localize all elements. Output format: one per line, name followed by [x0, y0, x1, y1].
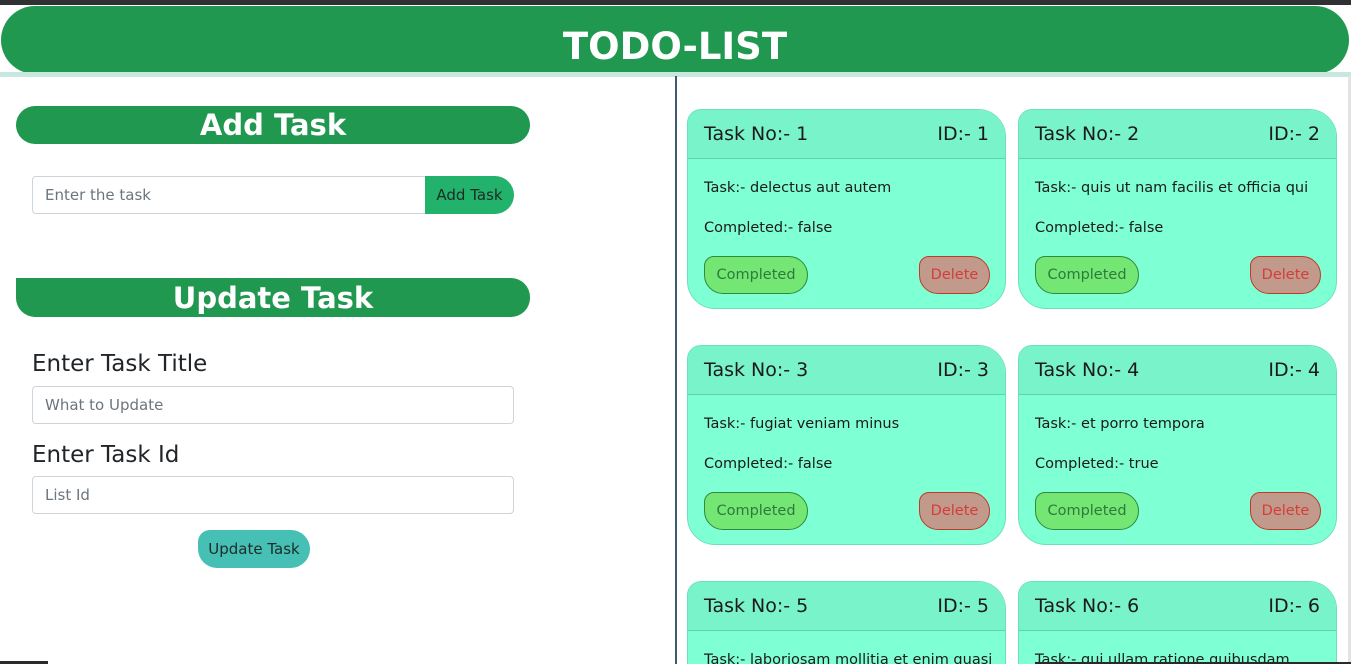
task-title-input[interactable]: What to Update	[32, 386, 514, 424]
window-top-bar	[0, 0, 1351, 5]
app-header: TODO-LIST	[1, 6, 1349, 74]
task-id-input[interactable]: List Id	[32, 476, 514, 514]
update-task-button[interactable]: Update Task	[198, 530, 310, 568]
update-task-heading: Update Task	[16, 278, 530, 317]
task-title-placeholder: What to Update	[45, 396, 164, 414]
add-task-heading-text: Add Task	[199, 108, 347, 142]
complete-button[interactable]: Completed	[1035, 256, 1139, 294]
task-card: Task No:- 6 ID:- 6 Task:- qui ullam rati…	[1018, 581, 1337, 664]
task-title: Task:- quis ut nam facilis et officia qu…	[1035, 180, 1309, 196]
task-card: Task No:- 2 ID:- 2 Task:- quis ut nam fa…	[1018, 109, 1337, 309]
panel-divider	[675, 76, 677, 664]
task-card: Task No:- 5 ID:- 5 Task:- laboriosam mol…	[687, 581, 1006, 664]
delete-button[interactable]: Delete	[919, 492, 990, 530]
delete-button[interactable]: Delete	[1250, 492, 1321, 530]
task-title: Task:- laboriosam mollitia et enim quasi	[704, 652, 993, 664]
task-card-header: Task No:- 2 ID:- 2	[1019, 110, 1336, 159]
task-status: Completed:- false	[704, 456, 833, 472]
add-task-button[interactable]: Add Task	[425, 176, 514, 214]
complete-button[interactable]: Completed	[704, 256, 808, 294]
task-number: Task No:- 5	[704, 595, 809, 617]
task-card-header: Task No:- 3 ID:- 3	[688, 346, 1005, 395]
add-task-input[interactable]: Enter the task	[32, 176, 426, 214]
task-id: ID:- 5	[937, 595, 989, 617]
task-number: Task No:- 2	[1035, 123, 1140, 145]
task-number: Task No:- 6	[1035, 595, 1140, 617]
task-title-label: Enter Task Title	[32, 351, 208, 377]
task-title: Task:- et porro tempora	[1035, 416, 1205, 432]
task-card: Task No:- 1 ID:- 1 Task:- delectus aut a…	[687, 109, 1006, 309]
update-task-heading-text: Update Task	[172, 280, 374, 315]
app-title: TODO-LIST	[562, 25, 788, 68]
task-title: Task:- delectus aut autem	[704, 180, 892, 196]
task-card-header: Task No:- 1 ID:- 1	[688, 110, 1005, 159]
task-number: Task No:- 1	[704, 123, 809, 145]
task-card-header: Task No:- 6 ID:- 6	[1019, 582, 1336, 631]
add-task-input-placeholder: Enter the task	[45, 186, 151, 204]
task-id: ID:- 6	[1268, 595, 1320, 617]
add-task-heading: Add Task	[16, 106, 530, 144]
task-id: ID:- 2	[1268, 123, 1320, 145]
task-number: Task No:- 4	[1035, 359, 1140, 381]
task-id: ID:- 4	[1268, 359, 1320, 381]
task-id-label: Enter Task Id	[32, 442, 180, 468]
task-status: Completed:- false	[1035, 220, 1164, 236]
task-id-placeholder: List Id	[45, 486, 90, 504]
delete-button[interactable]: Delete	[919, 256, 990, 294]
task-card-header: Task No:- 5 ID:- 5	[688, 582, 1005, 631]
task-id: ID:- 3	[937, 359, 989, 381]
complete-button[interactable]: Completed	[704, 492, 808, 530]
task-card: Task No:- 3 ID:- 3 Task:- fugiat veniam …	[687, 345, 1006, 545]
task-number: Task No:- 3	[704, 359, 809, 381]
task-card: Task No:- 4 ID:- 4 Task:- et porro tempo…	[1018, 345, 1337, 545]
task-id: ID:- 1	[937, 123, 989, 145]
task-status: Completed:- true	[1035, 456, 1159, 472]
complete-button[interactable]: Completed	[1035, 492, 1139, 530]
delete-button[interactable]: Delete	[1250, 256, 1321, 294]
task-card-header: Task No:- 4 ID:- 4	[1019, 346, 1336, 395]
task-title: Task:- fugiat veniam minus	[704, 416, 900, 432]
task-status: Completed:- false	[704, 220, 833, 236]
